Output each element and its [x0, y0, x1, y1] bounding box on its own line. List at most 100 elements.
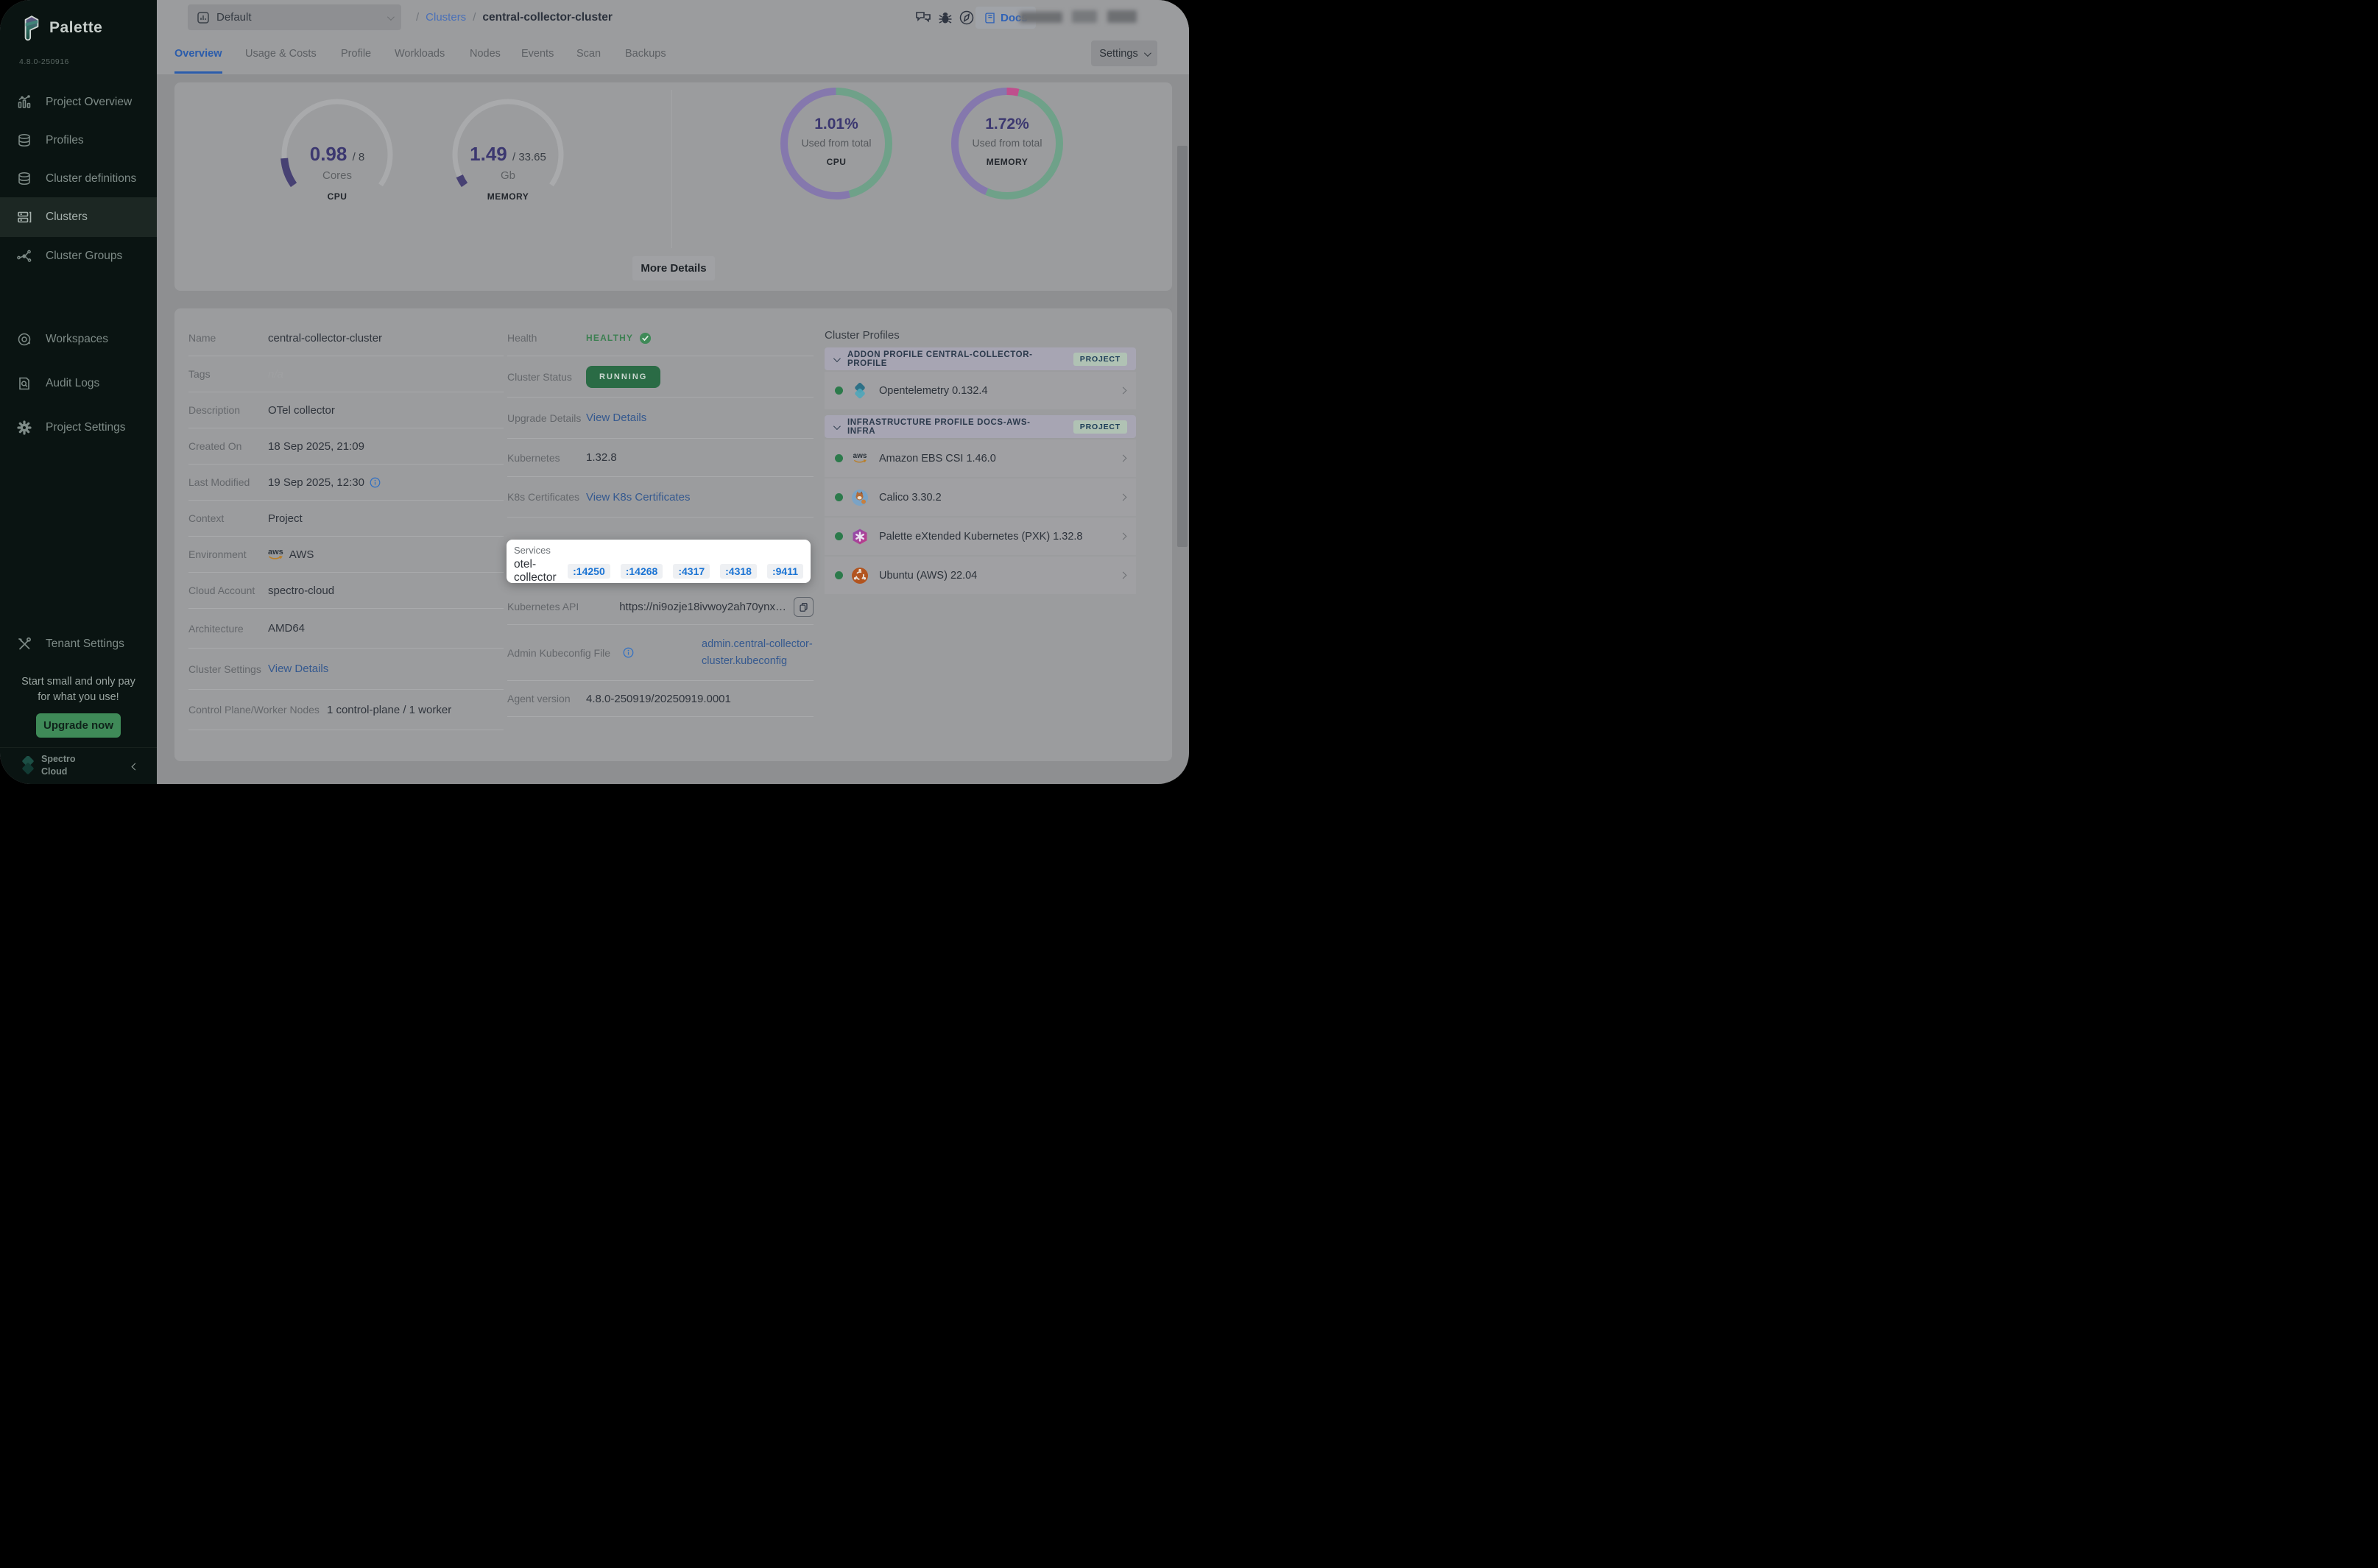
layers-icon — [16, 133, 32, 149]
brand-name: Palette — [49, 19, 102, 37]
profile-item-calico[interactable]: Calico 3.30.2 — [825, 478, 1136, 516]
sidebar-item-cluster-groups[interactable]: Cluster Groups — [0, 236, 157, 276]
sidebar-item-label: Audit Logs — [46, 377, 99, 390]
tools-icon — [16, 636, 32, 652]
detail-row-admin-kubeconfig: Admin Kubeconfig File admin.central-coll… — [507, 625, 814, 681]
tab-scan[interactable]: Scan — [576, 35, 601, 74]
memory-donut-sublabel: Used from total — [948, 137, 1066, 149]
detail-row-agent-version: Agent version 4.8.0-250919/20250919.0001 — [507, 681, 814, 717]
cpu-donut-chart: 1.01% Used from total CPU — [777, 85, 895, 202]
tab-overview[interactable]: Overview — [174, 35, 222, 74]
compass-icon — [958, 9, 975, 27]
copy-button[interactable] — [794, 597, 814, 617]
breadcrumb-link-clusters[interactable]: Clusters — [426, 11, 466, 24]
breadcrumb: / Clusters / central-collector-cluster — [416, 0, 613, 35]
report-bug-button[interactable] — [936, 8, 955, 27]
copy-icon — [799, 602, 808, 612]
running-status-pill: RUNNING — [586, 366, 660, 388]
detail-row-environment: Environment aws AWS — [188, 537, 504, 573]
sidebar-item-label: Workspaces — [46, 333, 108, 346]
service-port-link[interactable]: :14268 — [621, 564, 663, 579]
status-dot — [835, 386, 843, 395]
chevron-right-icon — [1120, 494, 1127, 501]
chevron-down-icon — [833, 420, 839, 434]
sidebar-item-clusters[interactable]: Clusters — [0, 197, 157, 237]
cluster-profiles-title: Cluster Profiles — [825, 329, 1136, 342]
app-version: 4.8.0-250916 — [19, 57, 69, 66]
detail-row-architecture: Architecture AMD64 — [188, 609, 504, 649]
profile-group-addon[interactable]: ADDON PROFILE CENTRAL-COLLECTOR-PROFILE … — [825, 347, 1136, 370]
profile-item-opentelemetry[interactable]: Opentelemetry 0.132.4 — [825, 372, 1136, 409]
profile-item-ubuntu[interactable]: Ubuntu (AWS) 22.04 — [825, 557, 1136, 594]
check-circle-icon — [639, 332, 652, 345]
memory-donut-title: MEMORY — [948, 157, 1066, 167]
details-left-column: Name central-collector-cluster Tags n/a … — [188, 320, 504, 730]
cluster-settings-view-details-link[interactable]: View Details — [268, 663, 328, 675]
redacted-user-icon — [1072, 10, 1097, 23]
aws-icon: aws — [851, 450, 869, 467]
project-icon — [197, 11, 210, 24]
service-port-link[interactable]: :4317 — [673, 564, 710, 579]
sidebar-item-project-overview[interactable]: Project Overview — [0, 82, 157, 122]
sidebar-item-audit-logs[interactable]: Audit Logs — [0, 364, 157, 403]
services-label: Services — [514, 545, 803, 556]
feedback-chat-button[interactable] — [914, 8, 933, 27]
more-details-button[interactable]: More Details — [632, 256, 715, 280]
memory-used-percent: 1.72% — [948, 116, 1066, 133]
sidebar-item-cluster-definitions[interactable]: Cluster definitions — [0, 159, 157, 199]
info-icon[interactable] — [623, 647, 634, 658]
service-port-link[interactable]: :14250 — [568, 564, 610, 579]
gear-icon — [16, 420, 32, 436]
bug-icon — [936, 9, 954, 27]
view-k8s-certificates-link[interactable]: View K8s Certificates — [586, 491, 690, 504]
spectro-cloud-label: Spectro Cloud — [41, 753, 76, 778]
sidebar-item-workspaces[interactable]: Workspaces — [0, 319, 157, 359]
kubernetes-api-url: https://ni9ozje18ivwoy2ah70ynx… — [619, 601, 786, 613]
details-middle-column-lower: Kubernetes API https://ni9ozje18ivwoy2ah… — [507, 589, 814, 717]
profile-group-infrastructure[interactable]: INFRASTRUCTURE PROFILE DOCS-AWS-INFRA PR… — [825, 415, 1136, 438]
cluster-details-card: Name central-collector-cluster Tags n/a … — [174, 308, 1172, 761]
sidebar-footer: Spectro Cloud — [0, 747, 157, 784]
project-selector[interactable]: Default — [188, 4, 401, 30]
usage-overview-card: 0.98 / 8 Cores CPU 1.49 / 33.65 Gb MEMOR… — [174, 82, 1172, 291]
settings-button[interactable]: Settings — [1091, 40, 1157, 66]
cluster-profiles-panel: Cluster Profiles ADDON PROFILE CENTRAL-C… — [825, 329, 1136, 594]
cpu-unit: Cores — [278, 169, 396, 182]
tab-workloads[interactable]: Workloads — [395, 35, 445, 74]
sidebar-item-tenant-settings[interactable]: Tenant Settings — [0, 624, 157, 664]
audit-doc-icon — [16, 375, 32, 392]
tab-backups[interactable]: Backups — [625, 35, 666, 74]
redacted-user-info — [1020, 12, 1062, 23]
project-badge: PROJECT — [1073, 420, 1127, 434]
info-icon[interactable] — [370, 477, 381, 488]
ubuntu-icon — [851, 567, 869, 585]
chevron-right-icon — [1120, 533, 1127, 540]
sidebar-collapse-button[interactable] — [133, 760, 138, 773]
aws-icon: aws — [268, 548, 283, 561]
help-tours-button[interactable] — [957, 8, 976, 27]
upgrade-view-details-link[interactable]: View Details — [586, 412, 646, 424]
service-port-link[interactable]: :4318 — [720, 564, 757, 579]
detail-row-name: Name central-collector-cluster — [188, 320, 504, 356]
chevron-right-icon — [1120, 455, 1127, 462]
sidebar-item-profiles[interactable]: Profiles — [0, 121, 157, 160]
upgrade-now-button[interactable]: Upgrade now — [36, 713, 121, 738]
profile-item-pxk[interactable]: Palette eXtended Kubernetes (PXK) 1.32.8 — [825, 518, 1136, 555]
profile-item-amazon-ebs-csi[interactable]: aws Amazon EBS CSI 1.46.0 — [825, 439, 1136, 477]
tab-events[interactable]: Events — [521, 35, 554, 74]
main-area: Default / Clusters / central-collector-c… — [157, 0, 1189, 784]
book-icon — [984, 12, 996, 24]
scrollbar[interactable] — [1177, 146, 1188, 547]
memory-gauge-chart: 1.49 / 33.65 Gb MEMORY — [449, 96, 567, 225]
tab-profile[interactable]: Profile — [341, 35, 371, 74]
sidebar: Palette 4.8.0-250916 Project Overview Pr… — [0, 0, 157, 784]
tab-nodes[interactable]: Nodes — [470, 35, 501, 74]
detail-row-created-on: Created On 18 Sep 2025, 21:09 — [188, 428, 504, 465]
admin-kubeconfig-link[interactable]: admin.central-collector-cluster.kubeconf… — [702, 636, 814, 669]
sidebar-item-project-settings[interactable]: Project Settings — [0, 408, 157, 448]
service-port-link[interactable]: :9411 — [767, 564, 803, 579]
tab-usage-costs[interactable]: Usage & Costs — [245, 35, 317, 74]
promo-line2: for what you use! — [0, 690, 157, 705]
detail-row-context: Context Project — [188, 501, 504, 537]
detail-row-kubernetes-api: Kubernetes API https://ni9ozje18ivwoy2ah… — [507, 589, 814, 625]
